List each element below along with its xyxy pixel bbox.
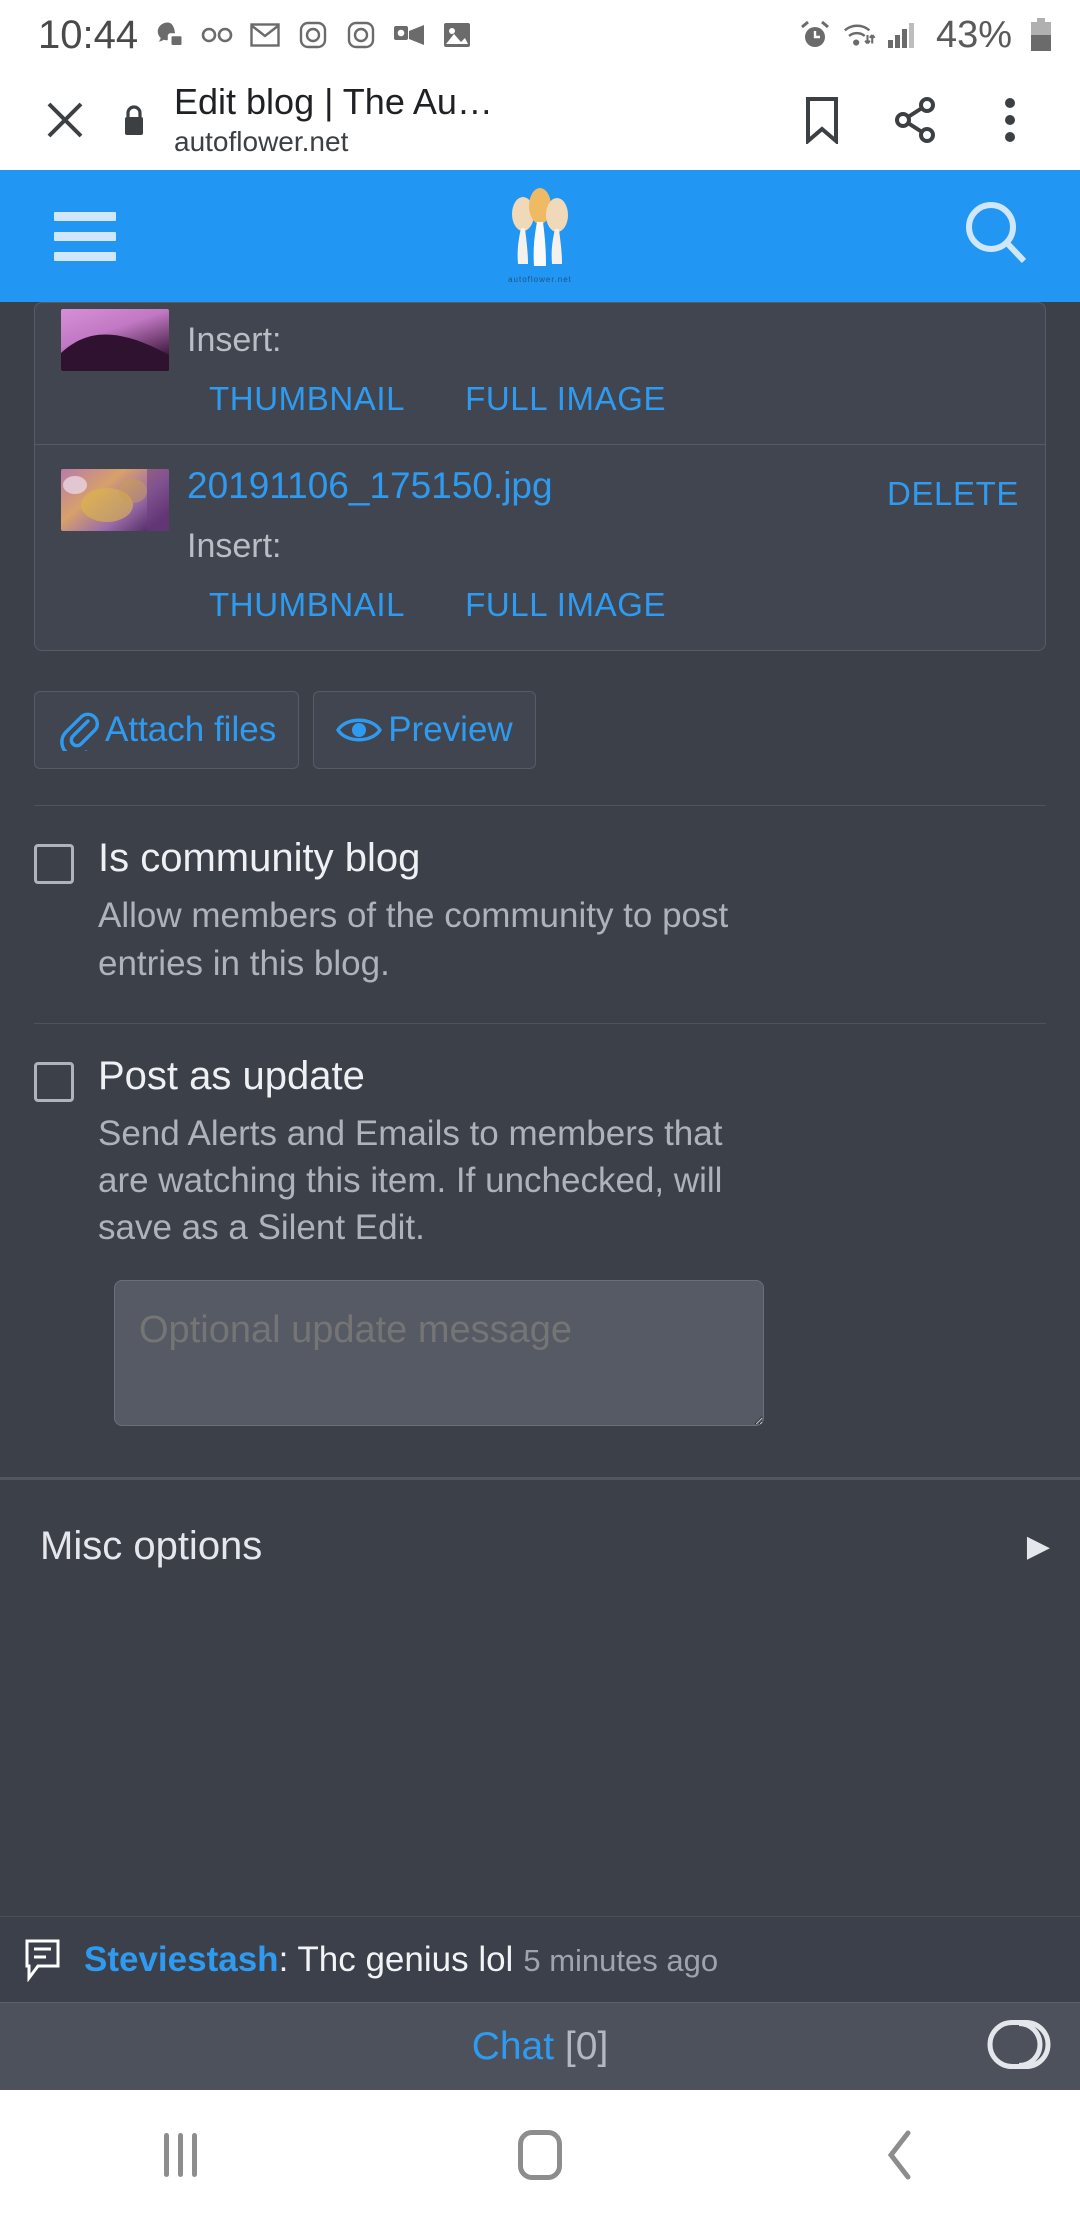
post-as-update-description: Send Alerts and Emails to members that a… (98, 1113, 723, 1248)
android-nav-bar (0, 2090, 1080, 2220)
hamburger-menu-icon[interactable] (54, 211, 116, 261)
attachment-actions: Attach files Preview (34, 691, 1080, 770)
chat-bar-label: Chat (471, 2024, 555, 2068)
attachment-list: Insert: THUMBNAIL FULL IMAGE 20191106_17… (34, 302, 1046, 652)
update-message-input[interactable] (114, 1279, 764, 1426)
attachment-insert-label: Insert: (187, 321, 282, 359)
discord-icon (152, 18, 186, 52)
status-bar-left: 10:44 (38, 13, 474, 58)
paperclip-icon (57, 709, 99, 752)
chat-bar-title: Chat [0] (0, 2025, 1080, 2069)
attach-files-label: Attach files (105, 710, 277, 750)
chat-notification-time: 5 minutes ago (523, 1942, 719, 1978)
attachment-row: 20191106_175150.jpg Insert: THUMBNAIL FU… (35, 444, 1045, 650)
lock-icon (108, 103, 160, 137)
instagram-icon (344, 18, 378, 52)
attachment-insert-links: THUMBNAIL FULL IMAGE (187, 586, 1019, 624)
insert-full-image-link[interactable]: FULL IMAGE (465, 380, 666, 418)
insert-thumbnail-link[interactable]: THUMBNAIL (209, 380, 405, 418)
status-clock: 10:44 (38, 12, 139, 57)
is-community-blog-description: Allow members of the community to post e… (98, 896, 729, 983)
instagram-icon (296, 18, 330, 52)
search-icon[interactable] (960, 198, 1032, 275)
page-content: Insert: THUMBNAIL FULL IMAGE 20191106_17… (0, 302, 1080, 1960)
chat-notification-user: Steviestash (84, 1939, 279, 1979)
share-icon[interactable] (884, 88, 948, 152)
phone-screen: 10:44 43% Edit blog | The Au… autoflower… (0, 0, 1080, 2220)
page-domain: autoflower.net (174, 126, 349, 158)
chat-bar-count: [0] (564, 2024, 609, 2068)
attachment-thumbnail[interactable] (61, 463, 169, 624)
chevron-right-icon: ▶ (1026, 1529, 1050, 1563)
chat-bar[interactable]: Chat [0] (0, 2002, 1080, 2090)
photos-icon (440, 18, 474, 52)
insert-full-image-link[interactable]: FULL IMAGE (465, 586, 666, 624)
chat-notification[interactable]: Steviestash: Thc genius lol 5 minutes ago (0, 1916, 1080, 2002)
site-logo-caption: autoflower.net (508, 275, 572, 284)
attach-files-button[interactable]: Attach files (34, 691, 300, 770)
option-post-as-update: Post as update Send Alerts and Emails to… (0, 1024, 1080, 1431)
attachment-thumbnail[interactable] (61, 303, 169, 418)
misc-options-row[interactable]: Misc options ▶ (0, 1480, 1080, 1569)
chat-bubble-icon (24, 1938, 66, 1982)
is-community-blog-label: Is community blog (98, 836, 421, 881)
browser-toolbar: Edit blog | The Au… autoflower.net (0, 70, 1080, 170)
attachment-insert-label: Insert: (187, 527, 282, 566)
battery-percent-label: 43% (935, 13, 1012, 56)
attachment-row: Insert: THUMBNAIL FULL IMAGE (35, 303, 1045, 444)
close-icon[interactable] (30, 85, 100, 155)
page-title: Edit blog | The Au… (174, 80, 493, 122)
voicemail-icon (200, 18, 234, 52)
chat-toggle-switch[interactable] (986, 2018, 1052, 2075)
misc-options-label: Misc options (40, 1523, 263, 1568)
attachment-body: Insert: THUMBNAIL FULL IMAGE (169, 303, 1019, 418)
outlook-video-icon (392, 18, 426, 52)
option-community-blog: Is community blog Allow members of the c… (0, 806, 1080, 987)
chat-notification-text: Steviestash: Thc genius lol 5 minutes ago (84, 1940, 718, 1980)
insert-thumbnail-link[interactable]: THUMBNAIL (209, 586, 405, 624)
gmail-icon (248, 18, 282, 52)
option-header[interactable]: Is community blog (34, 836, 1046, 885)
post-as-update-label: Post as update (98, 1053, 365, 1098)
site-logo[interactable]: autoflower.net (501, 188, 579, 284)
battery-icon (1024, 18, 1058, 52)
attachment-insert-links: THUMBNAIL FULL IMAGE (187, 380, 1019, 418)
attachment-delete-link[interactable]: DELETE (887, 475, 1019, 513)
chat-notification-separator: : (278, 1939, 298, 1979)
status-bar: 10:44 43% (0, 0, 1080, 70)
bookmark-icon[interactable] (790, 88, 854, 152)
chat-notification-message: Thc genius lol (297, 1939, 514, 1979)
signal-icon (886, 18, 920, 52)
wifi-icon (842, 18, 876, 52)
is-community-blog-checkbox[interactable] (34, 844, 74, 885)
browser-title-block[interactable]: Edit blog | The Au… autoflower.net (174, 81, 493, 159)
status-bar-right: 43% (798, 14, 1058, 57)
site-header: autoflower.net (0, 170, 1080, 302)
back-icon[interactable] (840, 2095, 960, 2215)
overflow-menu-icon[interactable] (978, 88, 1042, 152)
browser-actions (790, 88, 1050, 152)
preview-button[interactable]: Preview (313, 691, 536, 770)
alarm-icon (798, 18, 832, 52)
post-as-update-checkbox[interactable] (34, 1061, 74, 1102)
home-icon[interactable] (480, 2095, 600, 2215)
chat-dock: Steviestash: Thc genius lol 5 minutes ago… (0, 1916, 1080, 2090)
recents-icon[interactable] (120, 2095, 240, 2215)
preview-label: Preview (388, 710, 513, 750)
option-header[interactable]: Post as update (34, 1054, 1046, 1102)
eye-icon (336, 713, 383, 747)
